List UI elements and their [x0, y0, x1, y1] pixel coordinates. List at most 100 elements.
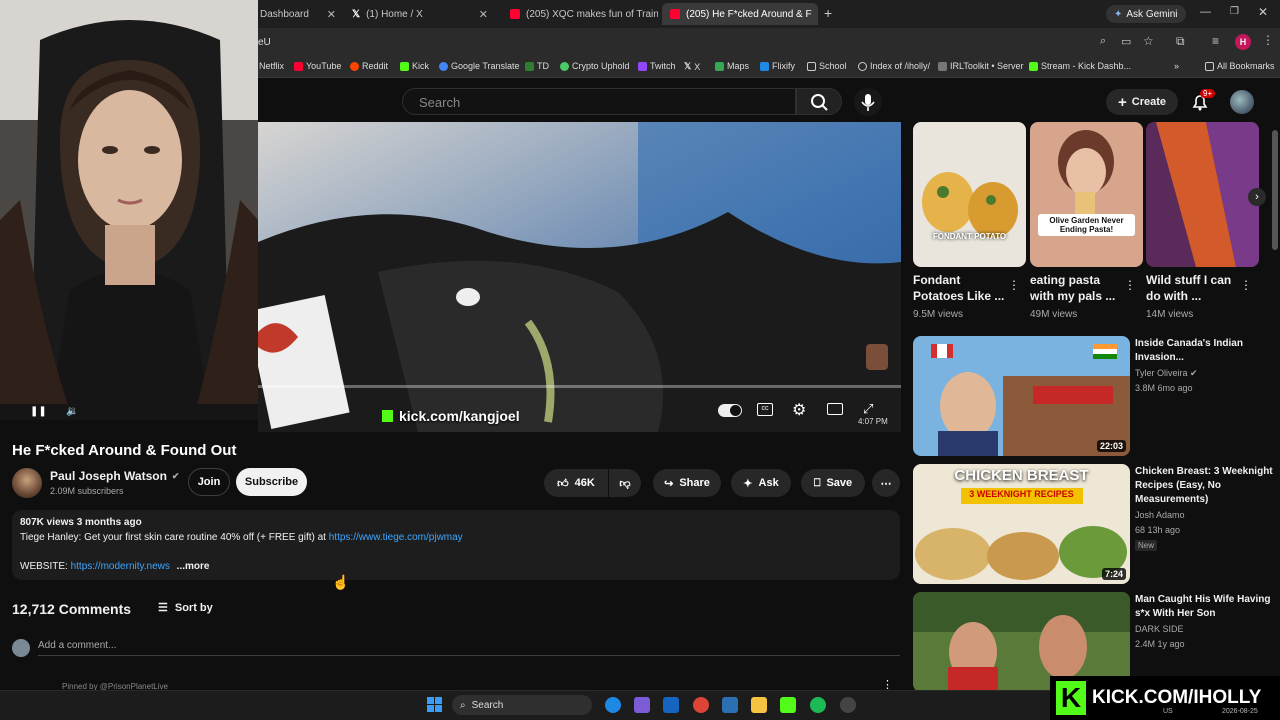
channel-avatar[interactable] [12, 468, 42, 498]
spotify-icon[interactable] [810, 697, 826, 713]
save-button[interactable]: ⎕ Save [801, 469, 865, 497]
fullscreen-icon[interactable]: ⤢ [863, 401, 873, 417]
channel-name-row[interactable]: Paul Joseph Watson ✔ [50, 469, 179, 483]
window-close-icon[interactable]: ✕ [1258, 5, 1268, 19]
recommended-channel-3[interactable]: DARK SIDE [1135, 622, 1184, 637]
recommended-channel-1[interactable]: Tyler Oliveira ✔ [1135, 366, 1198, 381]
zoom-icon[interactable]: ⌕ [1100, 35, 1106, 48]
bookmark-google-translate[interactable]: Google Translate [439, 61, 520, 71]
recommended-title-2[interactable]: Chicken Breast: 3 Weeknight Recipes (Eas… [1135, 465, 1275, 507]
bookmark-youtube[interactable]: YouTube [294, 61, 341, 71]
search-button[interactable] [796, 88, 842, 115]
tab-x-home[interactable]: 𝕏 (1) Home / X ✕ [344, 3, 496, 25]
bookmark-td[interactable]: TD [525, 61, 549, 71]
bookmark-flixify[interactable]: Flixify [760, 61, 795, 71]
notifications-button[interactable]: 9+ [1190, 89, 1216, 117]
media-control-icon[interactable]: ≡ [1212, 34, 1219, 48]
edge-icon[interactable] [605, 697, 621, 713]
more-actions-button[interactable]: ⋯ [872, 469, 900, 497]
minimize-icon[interactable]: — [1200, 6, 1211, 18]
subscribe-button[interactable]: Subscribe [236, 468, 307, 496]
tab-dashboard[interactable]: Dashboard ✕ [252, 3, 344, 25]
bookmark-star-icon[interactable]: ☆ [1143, 34, 1154, 48]
discord-icon[interactable] [634, 697, 650, 713]
new-tab-icon[interactable]: + [824, 5, 832, 21]
settings-gear-icon[interactable]: ⚙ [792, 400, 806, 420]
channel-name[interactable]: Tyler Oliveira [1135, 368, 1188, 378]
add-comment-input[interactable]: Add a comment... [38, 640, 900, 656]
taskbar-search[interactable]: ⌕ Search [452, 695, 592, 715]
bookmark-crypto-uphold[interactable]: Crypto Uphold [560, 61, 630, 71]
captions-icon[interactable]: cc [757, 403, 773, 416]
share-button[interactable]: ↪ Share [653, 469, 721, 497]
voice-search-button[interactable] [854, 88, 882, 116]
bookmarks-overflow-icon[interactable]: » [1174, 61, 1179, 71]
short-title-2[interactable]: eating pasta with my pals ... [1030, 272, 1125, 304]
search-input[interactable]: Search [402, 88, 796, 115]
tab-current-video[interactable]: (205) He F*cked Around & F🔊✕ [662, 3, 818, 25]
website-link[interactable]: https://modernity.news [71, 561, 170, 572]
short-menu-icon[interactable]: ⋮ [1008, 278, 1020, 292]
bookmark-school[interactable]: School [807, 61, 847, 71]
recommended-channel-2[interactable]: Josh Adamo [1135, 508, 1185, 523]
volume-icon[interactable]: 🔉 [66, 406, 78, 417]
theater-mode-icon[interactable] [827, 403, 843, 415]
bookmark-reddit[interactable]: Reddit [350, 61, 388, 71]
create-label: Create [1131, 96, 1166, 108]
join-button[interactable]: Join [188, 468, 230, 496]
account-avatar[interactable] [1230, 90, 1254, 114]
browser-menu-icon[interactable]: ⋮ [1262, 33, 1274, 47]
description-box[interactable]: 807K views 3 months ago Tiege Hanley: Ge… [12, 510, 900, 580]
recommended-thumbnail-1[interactable]: 22:03 [913, 336, 1130, 456]
address-bar-url[interactable]: eU [258, 37, 271, 48]
bookmark-irltoolkit[interactable]: IRLToolkit • Server [938, 61, 1024, 71]
recommended-title-1[interactable]: Inside Canada's Indian Invasion... [1135, 337, 1275, 365]
cast-icon[interactable]: ▭ [1121, 35, 1131, 48]
create-button[interactable]: + Create [1106, 89, 1178, 115]
obs-icon[interactable] [722, 697, 738, 713]
store-icon[interactable] [663, 697, 679, 713]
video-player[interactable]: kick.com/kangjoel cc ⚙ ⤢ 4:07 PM [258, 122, 901, 432]
reddit-icon [350, 61, 359, 71]
bookmark-kick-dashboard[interactable]: Stream - Kick Dashb... [1029, 61, 1131, 71]
bookmark-x[interactable]: 𝕏X [684, 61, 700, 72]
maximize-icon[interactable]: ❐ [1230, 6, 1239, 17]
kick-app-icon[interactable] [780, 697, 796, 713]
short-menu-icon[interactable]: ⋮ [1124, 278, 1136, 292]
short-thumbnail-1[interactable]: FONDANT POTATO [913, 122, 1026, 267]
dislike-button[interactable]: 👎︎ [609, 469, 641, 497]
recommended-title-3[interactable]: Man Caught His Wife Having s*x With Her … [1135, 593, 1275, 621]
bookmark-netflix[interactable]: Netflix [259, 61, 284, 71]
short-thumbnail-2[interactable]: Olive Garden Never Ending Pasta! [1030, 122, 1143, 267]
bookmark-twitch[interactable]: Twitch [638, 61, 676, 71]
close-tab-icon[interactable]: ✕ [479, 8, 488, 21]
windows-start-icon[interactable] [427, 697, 442, 712]
all-bookmarks[interactable]: All Bookmarks [1205, 61, 1275, 71]
sort-comments-button[interactable]: ☰ Sort by [158, 601, 213, 615]
profile-avatar[interactable]: H [1235, 34, 1251, 50]
show-more-button[interactable]: ...more [177, 561, 210, 572]
tab-xqc[interactable]: (205) XQC makes fun of Trainw✕ [502, 3, 658, 25]
short-title-3[interactable]: Wild stuff I can do with ... [1146, 272, 1241, 304]
bookmark-index-iholly[interactable]: Index of /iholly/ [858, 61, 930, 71]
bookmark-kick[interactable]: Kick [400, 61, 429, 71]
sidebar-scrollbar[interactable] [1272, 130, 1278, 250]
channel-name[interactable]: Paul Joseph Watson [50, 469, 167, 483]
close-tab-icon[interactable]: ✕ [327, 8, 336, 21]
ask-button[interactable]: ✦ Ask [731, 469, 791, 497]
app-icon[interactable] [840, 697, 856, 713]
shorts-next-arrow-icon[interactable]: › [1248, 188, 1266, 206]
sponsor-link[interactable]: https://www.tiege.com/pjwmay [329, 532, 463, 543]
short-title-1[interactable]: Fondant Potatoes Like ... [913, 272, 1008, 304]
like-button[interactable]: 👍︎ 46K [544, 469, 608, 497]
chrome-icon[interactable] [693, 697, 709, 713]
recommended-thumbnail-2[interactable]: CHICKEN BREAST 3 WEEKNIGHT RECIPES 7:24 [913, 464, 1130, 584]
extensions-icon[interactable]: ⧉ [1176, 34, 1185, 49]
autoplay-toggle[interactable] [718, 404, 742, 417]
bookmark-maps[interactable]: Maps [715, 61, 749, 71]
pause-icon[interactable]: ❚❚ [30, 406, 47, 417]
short-thumbnail-3[interactable] [1146, 122, 1259, 267]
short-menu-icon[interactable]: ⋮ [1240, 278, 1252, 292]
ask-gemini-button[interactable]: ✦ Ask Gemini [1106, 5, 1186, 23]
file-explorer-icon[interactable] [751, 697, 767, 713]
